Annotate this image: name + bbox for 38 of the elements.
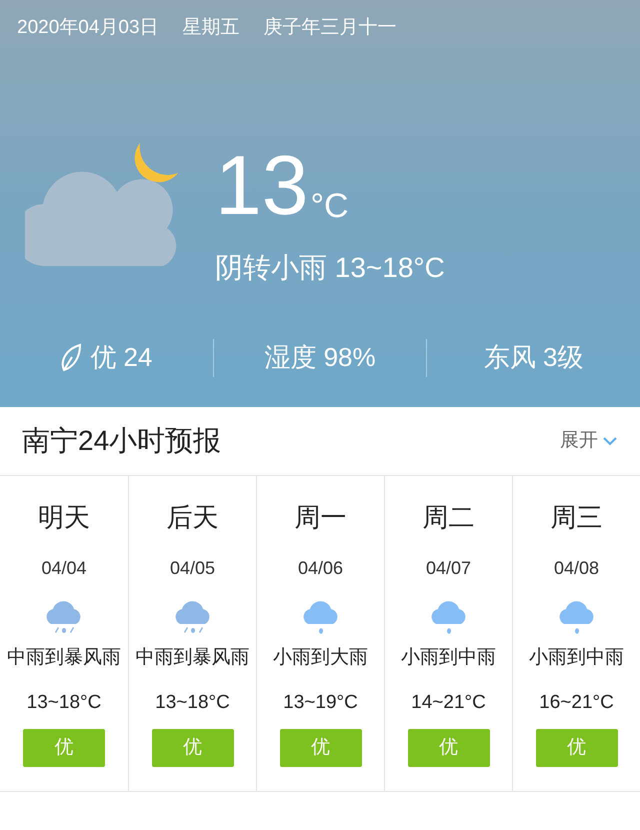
condition-label: 中雨到暴风雨 [7,646,121,670]
air-quality-badge: 优 [536,729,618,767]
weekday-text: 星期五 [182,16,240,40]
temperature-unit: °C [310,188,349,222]
temperature-range: 14~21°C [411,690,486,714]
condition-label: 小雨到大雨 [273,646,368,670]
condition-label: 中雨到暴风雨 [136,646,250,670]
day-name: 周一 [294,501,346,534]
date-label: 04/06 [298,557,344,580]
date-label: 04/04 [41,557,87,580]
leaf-icon [60,342,82,372]
date-text: 2020年04月03日 [17,16,159,40]
temperature-range: 13~18°C [26,690,102,714]
condition-label: 小雨到中雨 [401,646,496,670]
day-name: 周三 [550,501,602,534]
day-name: 周二 [422,501,474,534]
stat-text: 湿度 98% [264,341,376,374]
expand-button[interactable]: 展开 [560,426,618,456]
air-quality-badge: 优 [23,729,105,767]
day-name: 明天 [38,501,90,534]
chevron-down-icon [602,436,618,446]
air-quality-badge: 优 [280,729,362,767]
lunar-date-text: 庚子年三月十一 [264,16,397,40]
temperature-range: 13~18°C [155,690,230,714]
condition-text: 阴转小雨 13~18°C [215,250,445,284]
stat-text: 东风 3级 [484,341,584,374]
date-label: 04/08 [554,557,600,580]
stat-text: 优 24 [90,341,152,374]
date-label: 04/07 [426,557,472,580]
condition-label: 小雨到中雨 [529,646,624,670]
day-name: 后天 [166,501,218,534]
temperature-value: 13 [215,142,308,226]
forecast-title: 南宁24小时预报 [22,424,222,458]
air-quality-badge: 优 [152,729,234,767]
date-label: 04/05 [170,557,216,580]
temperature-range: 13~19°C [283,690,358,714]
air-quality-badge: 优 [408,729,490,767]
temperature-range: 16~21°C [539,690,614,714]
